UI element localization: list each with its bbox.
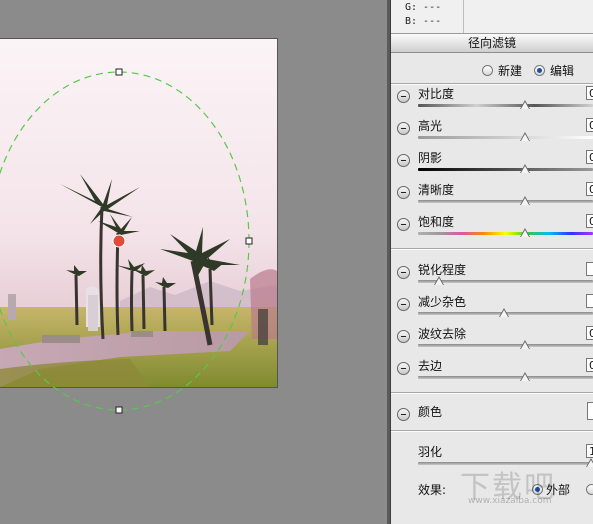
color-swatch[interactable]	[587, 402, 593, 420]
ellipse-handle-right[interactable]	[245, 237, 253, 245]
rgb-info-strip: G: --- B: ---	[391, 0, 593, 34]
section-divider-highlight	[391, 249, 593, 250]
highlights-minus-icon[interactable]	[397, 122, 410, 135]
clarity-label: 清晰度	[418, 183, 455, 197]
mode-new-radio[interactable]	[482, 65, 493, 76]
slider-row-sharpness: 锐化程度	[391, 262, 593, 294]
sharpness-minus-icon[interactable]	[397, 266, 410, 279]
shadows-value[interactable]: 0	[586, 150, 593, 164]
saturation-label: 饱和度	[418, 215, 455, 229]
clarity-value[interactable]: 0	[586, 182, 593, 196]
canvas-area[interactable]	[0, 0, 387, 524]
photo-preview[interactable]	[0, 38, 278, 388]
filter-center-pin[interactable]	[112, 234, 126, 248]
saturation-track[interactable]	[418, 232, 593, 235]
info-divider	[463, 0, 464, 33]
feather-value[interactable]: 1	[586, 444, 593, 458]
sharpness-track[interactable]	[418, 280, 593, 283]
clarity-track[interactable]	[418, 200, 593, 203]
slider-row-shadows: 阴影 0	[391, 150, 593, 182]
defringe-minus-icon[interactable]	[397, 362, 410, 375]
contrast-minus-icon[interactable]	[397, 90, 410, 103]
contrast-label: 对比度	[418, 87, 455, 101]
defringe-value[interactable]: 0	[586, 358, 593, 372]
effect-label: 效果:	[418, 483, 447, 497]
info-g-value: G: ---	[405, 2, 442, 13]
noise-value[interactable]	[586, 294, 593, 308]
highlights-label: 高光	[418, 119, 443, 133]
radial-filter-panel: G: --- B: --- 径向滤镜 新建 编辑 对比度0高光0阴影0清晰度0饱…	[391, 0, 593, 524]
ellipse-handle-top[interactable]	[115, 68, 123, 76]
mode-new-option[interactable]: 新建	[482, 62, 522, 79]
mode-new-label: 新建	[498, 64, 523, 78]
saturation-thumb[interactable]	[519, 228, 530, 237]
section-divider-highlight	[391, 431, 593, 432]
feather-label: 羽化	[418, 445, 443, 459]
noise-thumb[interactable]	[498, 308, 509, 317]
noise-label: 减少杂色	[418, 295, 467, 309]
mode-edit-label: 编辑	[550, 64, 575, 78]
slider-row-defringe: 去边 0	[391, 358, 593, 390]
mode-edit-option[interactable]: 编辑	[534, 62, 574, 79]
defringe-thumb[interactable]	[519, 372, 530, 381]
slider-row-moire: 波纹去除 0	[391, 326, 593, 358]
saturation-minus-icon[interactable]	[397, 218, 410, 231]
contrast-value[interactable]: 0	[586, 86, 593, 100]
section-divider-highlight	[391, 84, 593, 85]
feather-thumb[interactable]	[586, 458, 593, 467]
defringe-track[interactable]	[418, 376, 593, 379]
shadows-label: 阴影	[418, 151, 443, 165]
shadows-thumb[interactable]	[519, 164, 530, 173]
moire-thumb[interactable]	[519, 340, 530, 349]
info-b-value: B: ---	[405, 16, 442, 27]
noise-minus-icon[interactable]	[397, 298, 410, 311]
clarity-minus-icon[interactable]	[397, 186, 410, 199]
moire-value[interactable]: 0	[586, 326, 593, 340]
mode-edit-radio[interactable]	[534, 65, 545, 76]
sharpness-thumb[interactable]	[434, 276, 444, 285]
moire-minus-icon[interactable]	[397, 330, 410, 343]
moire-label: 波纹去除	[418, 327, 467, 341]
slider-row-noise: 减少杂色	[391, 294, 593, 326]
color-label: 颜色	[418, 405, 443, 419]
shadows-minus-icon[interactable]	[397, 154, 410, 167]
moire-track[interactable]	[418, 344, 593, 347]
section-divider-highlight	[391, 393, 593, 394]
slider-row-contrast: 对比度 0	[391, 86, 593, 118]
defringe-label: 去边	[418, 359, 443, 373]
highlights-value[interactable]: 0	[586, 118, 593, 132]
slider-row-clarity: 清晰度 0	[391, 182, 593, 214]
sharpness-value[interactable]	[586, 262, 593, 276]
color-minus-icon[interactable]	[397, 408, 410, 421]
effect-inside-radio[interactable]	[586, 484, 593, 495]
contrast-track[interactable]	[418, 104, 593, 107]
shadows-track[interactable]	[418, 168, 593, 171]
photo-image	[0, 39, 277, 387]
ellipse-handle-bottom[interactable]	[115, 406, 123, 414]
panel-title: 径向滤镜	[391, 34, 593, 53]
slider-row-highlights: 高光 0	[391, 118, 593, 150]
highlights-track[interactable]	[418, 136, 593, 139]
clarity-thumb[interactable]	[519, 196, 530, 205]
contrast-thumb[interactable]	[519, 100, 530, 109]
highlights-thumb[interactable]	[519, 132, 530, 141]
slider-row-saturation: 饱和度 0	[391, 214, 593, 246]
saturation-value[interactable]: 0	[586, 214, 593, 228]
watermark-url: www.xiazaiba.com	[468, 496, 552, 506]
